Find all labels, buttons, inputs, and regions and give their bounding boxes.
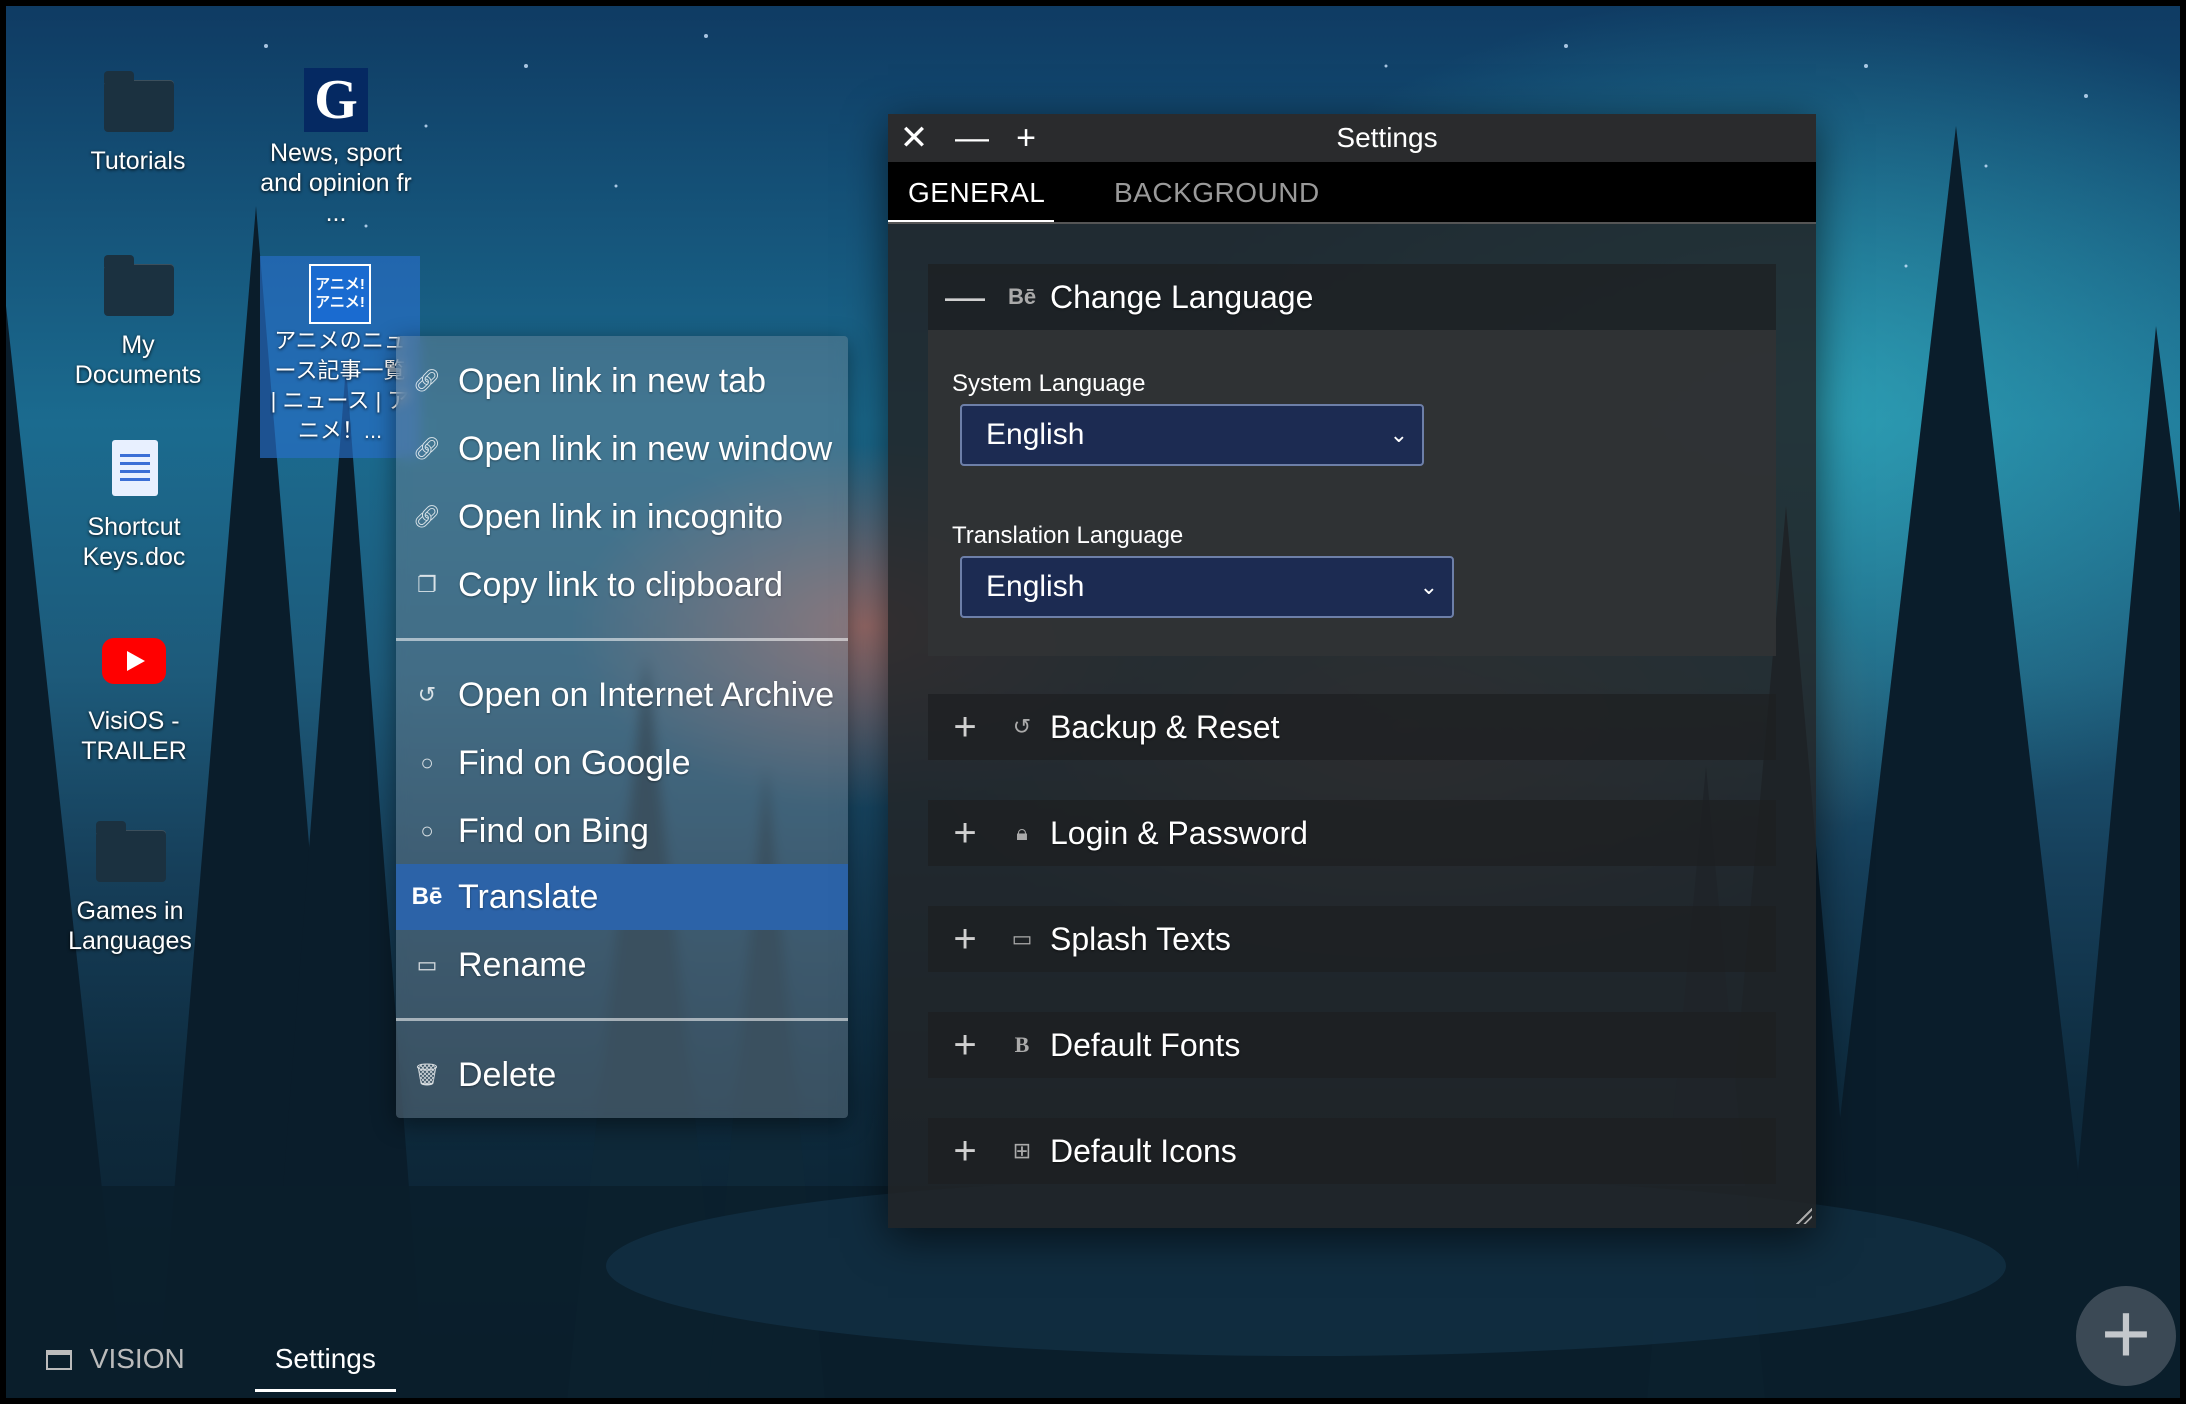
tab-general[interactable]: GENERAL	[908, 162, 1045, 224]
plus-icon: +	[2100, 1286, 2152, 1382]
desktop-icon-games-in-languages[interactable]: Games in Languages	[40, 818, 220, 956]
section-backup-reset[interactable]: + ↺ Backup & Reset	[928, 694, 1776, 760]
search-icon: ○	[420, 750, 434, 775]
section-login-password[interactable]: + 🔒︎ Login & Password	[928, 800, 1776, 866]
section-splash-texts[interactable]: + ▭ Splash Texts	[928, 906, 1776, 972]
tabs-divider	[888, 222, 1816, 224]
desktop: Tutorials G News, sport and opinion fr .…	[0, 0, 2186, 1404]
context-menu: 🔗︎ Open link in new tab 🔗︎ Open link in …	[396, 336, 848, 1118]
menu-item-open-new-tab[interactable]: 🔗︎ Open link in new tab	[396, 348, 848, 414]
section-default-icons[interactable]: + ⊞ Default Icons	[928, 1118, 1776, 1184]
menu-item-delete[interactable]: 🗑︎ Delete	[396, 1042, 848, 1108]
comment-icon: ▭	[1011, 926, 1033, 951]
folder-icon	[104, 71, 174, 132]
trash-icon: 🗑︎	[413, 1062, 441, 1087]
taskbar-item-vision[interactable]: VISION	[26, 1326, 205, 1392]
window-icon	[46, 1350, 72, 1370]
translation-language-label: Translation Language	[952, 522, 1184, 549]
link-icon: 🔗︎	[413, 504, 441, 529]
minimize-icon: —	[955, 119, 989, 157]
document-icon	[112, 440, 158, 496]
menu-item-find-bing[interactable]: ○ Find on Bing	[396, 798, 848, 864]
section-header-change-language[interactable]: — Bē Change Language	[928, 264, 1776, 330]
menu-separator	[396, 1018, 848, 1021]
maximize-button[interactable]: +	[1004, 118, 1048, 158]
menu-separator	[396, 638, 848, 641]
translate-icon: Bē	[1007, 284, 1037, 309]
tab-background[interactable]: BACKGROUND	[1114, 162, 1320, 224]
comment-icon: ▭	[416, 952, 438, 977]
section-default-fonts[interactable]: + B Default Fonts	[928, 1012, 1776, 1078]
desktop-icon-my-documents[interactable]: My Documents	[48, 252, 228, 390]
translate-icon: Bē	[411, 883, 443, 910]
translation-language-select[interactable]: English ⌄	[960, 556, 1454, 618]
history-icon: ↺	[1012, 714, 1032, 739]
close-icon: ✕	[899, 119, 929, 157]
youtube-icon	[102, 638, 166, 684]
copy-icon: ❐	[417, 572, 437, 597]
history-icon: ↺	[417, 682, 437, 707]
lock-icon: 🔒︎	[1016, 820, 1028, 845]
menu-item-rename[interactable]: ▭ Rename	[396, 932, 848, 998]
menu-item-open-incognito[interactable]: 🔗︎ Open link in incognito	[396, 484, 848, 550]
settings-tabs: GENERAL BACKGROUND	[888, 162, 1816, 224]
add-button[interactable]: +	[2076, 1286, 2176, 1386]
settings-window: Settings ✕ — + GENERAL BACKGROUND — Bē C…	[888, 114, 1816, 1228]
chevron-down-icon: ⌄	[1389, 422, 1408, 447]
section-change-language: — Bē Change Language System Language Eng…	[928, 264, 1776, 656]
section-body-change-language: System Language English ⌄ Translation La…	[928, 330, 1776, 656]
close-button[interactable]: ✕	[892, 118, 936, 158]
window-titlebar[interactable]: Settings ✕ — +	[888, 114, 1816, 162]
collapse-icon[interactable]: —	[928, 275, 1002, 320]
chevron-down-icon: ⌄	[1419, 574, 1438, 599]
folder-icon	[96, 821, 166, 882]
desktop-icon-shortcut-keys[interactable]: Shortcut Keys.doc	[44, 434, 224, 572]
menu-item-open-new-window[interactable]: 🔗︎ Open link in new window	[396, 416, 848, 482]
desktop-icon-tutorials[interactable]: Tutorials	[48, 68, 228, 176]
expand-icon[interactable]: +	[928, 811, 1002, 856]
menu-item-find-google[interactable]: ○ Find on Google	[396, 730, 848, 796]
desktop-icon-news[interactable]: G News, sport and opinion fr ...	[246, 68, 426, 228]
system-language-label: System Language	[952, 370, 1146, 397]
anime-site-icon: アニメ! アニメ!	[309, 264, 371, 324]
plus-icon: +	[1016, 119, 1036, 157]
expand-icon[interactable]: +	[928, 705, 1002, 750]
menu-item-internet-archive[interactable]: ↺ Open on Internet Archive	[396, 662, 848, 728]
taskbar-item-settings[interactable]: Settings	[254, 1326, 397, 1392]
desktop-icon-visios-trailer[interactable]: VisiOS - TRAILER	[44, 628, 224, 766]
menu-item-translate[interactable]: Bē Translate	[396, 864, 848, 930]
font-icon: B	[1014, 1032, 1030, 1057]
expand-icon[interactable]: +	[928, 917, 1002, 962]
system-language-select[interactable]: English ⌄	[960, 404, 1424, 466]
taskbar: VISION Settings	[26, 1326, 397, 1392]
minimize-button[interactable]: —	[950, 118, 994, 158]
expand-icon[interactable]: +	[928, 1023, 1002, 1068]
menu-item-copy-link[interactable]: ❐ Copy link to clipboard	[396, 552, 848, 618]
expand-icon[interactable]: +	[928, 1129, 1002, 1174]
grid-icon: ⊞	[1012, 1138, 1032, 1163]
link-icon: 🔗︎	[413, 368, 441, 393]
resize-handle[interactable]	[1796, 1208, 1812, 1224]
link-icon: 🔗︎	[413, 436, 441, 461]
guardian-icon: G	[304, 68, 368, 132]
folder-icon	[104, 255, 174, 316]
search-icon: ○	[420, 818, 434, 843]
